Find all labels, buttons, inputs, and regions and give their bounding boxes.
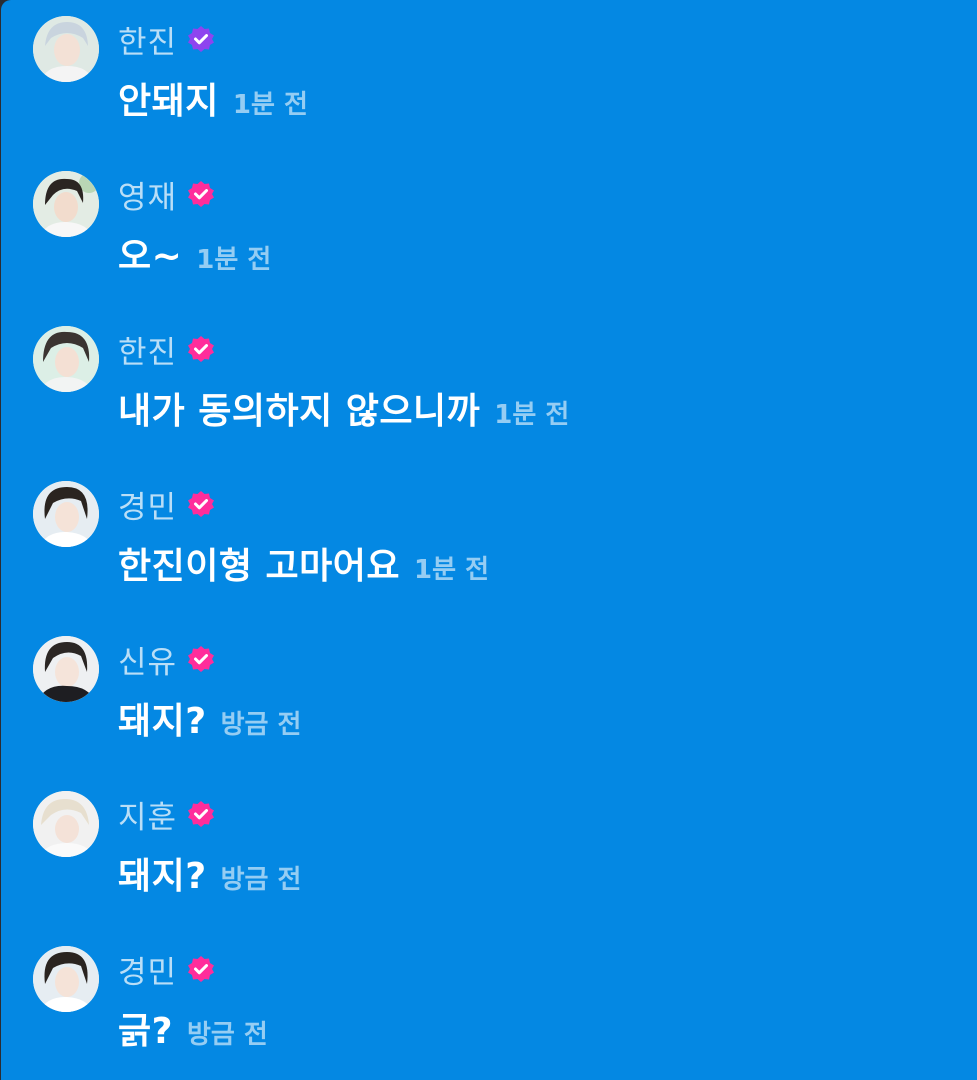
chat-message: 한진 내가 동의하지 않으니까 1분 전 [1,310,977,450]
avatar-photo-icon [33,636,99,702]
verified-badge-pink-icon [188,181,215,207]
verified-badge-purple-icon [188,26,215,52]
avatar-photo-icon [33,16,99,82]
message-text: 돼지? [118,856,207,897]
chat-message: 한진 안돼지 1분 전 [1,0,977,140]
message-list[interactable]: 한진 안돼지 1분 전 영재 오~ 1분 전 한진 내가 동의하지 않으니까 1… [1,0,977,1080]
avatar[interactable] [33,171,99,237]
chat-message: 영재 오~ 1분 전 [1,155,977,295]
message-text: 한진이형 고마어요 [118,546,400,587]
message-timestamp: 1분 전 [414,555,489,585]
sender-name[interactable]: 신유 [118,637,177,682]
sender-name[interactable]: 한진 [118,17,177,62]
message-text: 긁? [118,1011,174,1052]
sender-name[interactable]: 경민 [118,947,177,992]
chat-message: 신유 돼지? 방금 전 [1,620,977,760]
avatar-photo-icon [33,326,99,392]
avatar[interactable] [33,791,99,857]
message-text: 돼지? [118,701,207,742]
message-text: 안돼지 [118,81,219,122]
message-timestamp: 1분 전 [196,245,272,275]
avatar[interactable] [33,326,99,392]
message-timestamp: 방금 전 [220,710,302,740]
avatar[interactable] [33,481,99,547]
verified-badge-pink-icon [188,956,215,982]
chat-message: 경민 긁? 방금 전 [1,930,977,1070]
message-text: 내가 동의하지 않으니까 [118,391,481,432]
message-timestamp: 방금 전 [220,865,302,895]
avatar[interactable] [33,946,99,1012]
chat-panel: 한진 안돼지 1분 전 영재 오~ 1분 전 한진 내가 동의하지 않으니까 1… [1,0,977,1080]
sender-name[interactable]: 지훈 [118,792,177,837]
message-text: 오~ [118,236,183,277]
sender-name[interactable]: 한진 [118,327,177,372]
verified-badge-pink-icon [188,646,215,672]
avatar-photo-icon [33,791,99,857]
avatar-photo-icon [33,171,99,237]
sender-name[interactable]: 경민 [118,482,177,527]
avatar-photo-icon [33,481,99,547]
avatar-photo-icon [33,946,99,1012]
verified-badge-pink-icon [188,336,215,362]
verified-badge-pink-icon [188,491,215,517]
avatar[interactable] [33,16,99,82]
chat-message: 경민 한진이형 고마어요 1분 전 [1,465,977,605]
verified-badge-pink-icon [188,801,215,827]
chat-message: 지훈 돼지? 방금 전 [1,775,977,915]
sender-name[interactable]: 영재 [118,172,177,217]
message-timestamp: 1분 전 [494,400,570,430]
message-timestamp: 방금 전 [187,1020,268,1050]
avatar[interactable] [33,636,99,702]
message-timestamp: 1분 전 [232,90,308,120]
